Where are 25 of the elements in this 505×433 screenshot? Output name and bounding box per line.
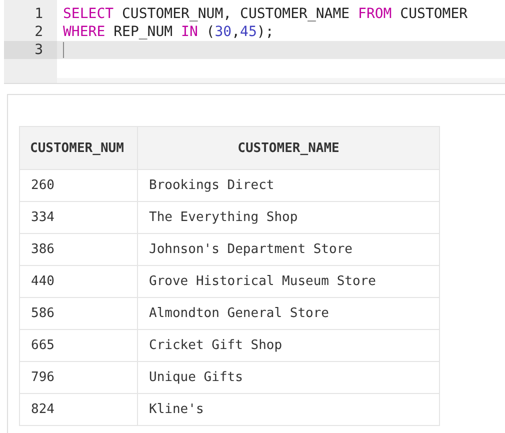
- table-cell: Brookings Direct: [138, 170, 440, 202]
- table-cell: Cricket Gift Shop: [138, 330, 440, 362]
- code-line: WHERE REP_NUM IN (30,45);: [62, 23, 275, 41]
- column-header: CUSTOMER_NAME: [138, 126, 440, 170]
- table-cell: The Everything Shop: [138, 202, 440, 234]
- table-cell: Unique Gifts: [138, 362, 440, 394]
- table-cell: 386: [20, 234, 138, 266]
- table-cell: Johnson's Department Store: [138, 234, 440, 266]
- text-cursor: [63, 42, 64, 58]
- table-cell: 260: [20, 170, 138, 202]
- table-cell: 586: [20, 298, 138, 330]
- table-cell: 440: [20, 266, 138, 298]
- line-number: 3: [4, 41, 57, 59]
- table-cell: Kline's: [138, 394, 440, 426]
- line-number: 1: [34, 5, 44, 23]
- table-cell: Grove Historical Museum Store: [138, 266, 440, 298]
- table-cell: Almondton General Store: [138, 298, 440, 330]
- code-editor[interactable]: 1 2 3 SELECT CUSTOMER_NUM, CUSTOMER_NAME FROM CUSTOMER WHERE REP_NUM IN (30,45);: [4, 0, 505, 84]
- table-cell: 665: [20, 330, 138, 362]
- code-line: SELECT CUSTOMER_NUM, CUSTOMER_NAME FROM CUSTOMER: [62, 5, 469, 23]
- table-cell: 824: [20, 394, 138, 426]
- column-header: CUSTOMER_NUM: [20, 126, 138, 170]
- line-number: 2: [34, 23, 44, 41]
- table-cell: 796: [20, 362, 138, 394]
- table-cell: 334: [20, 202, 138, 234]
